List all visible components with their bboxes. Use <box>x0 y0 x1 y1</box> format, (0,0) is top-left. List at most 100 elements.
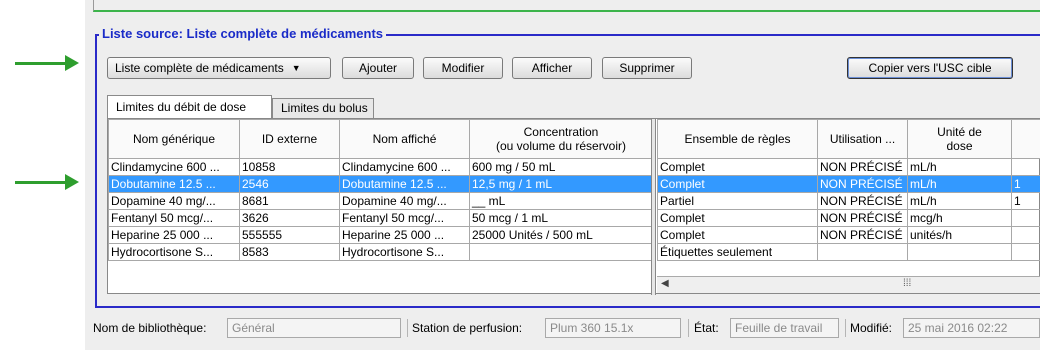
col-dose-unit-sub: dose <box>946 139 973 153</box>
cell: Fentanyl 50 mcg/... <box>339 209 470 227</box>
cell: NON PRÉCISÉ <box>817 175 908 193</box>
cell: Étiquettes seulement <box>657 243 818 261</box>
cell: NON PRÉCISÉ <box>817 192 908 210</box>
status-bar: Nom de bibliothèque: Général Station de … <box>85 316 1040 340</box>
cell <box>1011 158 1040 176</box>
cell: Complet <box>657 209 818 227</box>
list-select[interactable]: Liste complète de médicaments ▼ <box>107 57 331 79</box>
cell: 8583 <box>239 243 340 261</box>
cell: Fentanyl 50 mcg/... <box>108 209 240 227</box>
cell <box>469 243 653 261</box>
cell: 25000 Unités / 500 mL <box>469 226 653 244</box>
station-label: Station de perfusion: <box>412 321 523 335</box>
add-button[interactable]: Ajouter <box>342 57 414 79</box>
cell: Partiel <box>657 192 818 210</box>
table-row[interactable]: Dopamine 40 mg/... 8681 Dopamine 40 mg/...… <box>108 192 653 210</box>
col-rule-set[interactable]: Ensemble de règles <box>657 119 818 159</box>
cell: NON PRÉCISÉ <box>817 158 908 176</box>
scroll-grip-icon[interactable]: ⁞⁞⁞ <box>903 278 911 289</box>
cell: Dopamine 40 mg/... <box>339 192 470 210</box>
table-row[interactable]: Clindamycine 600 ... 10858 Clindamycine 60… <box>108 158 653 176</box>
cell: Hydrocortisone S... <box>339 243 470 261</box>
col-display-name[interactable]: Nom affiché <box>339 119 470 159</box>
table-row-selected[interactable]: Complet NON PRÉCISÉ mL/h 1 <box>657 175 1040 193</box>
table-row[interactable]: Hydrocortisone S... 8583 Hydrocortisone S.… <box>108 243 653 261</box>
cell: __ mL <box>469 192 653 210</box>
cell: unités/h <box>907 226 1012 244</box>
station-field: Plum 360 15.1x <box>545 318 681 338</box>
library-label: Nom de bibliothèque: <box>93 321 207 335</box>
chevron-down-icon: ▼ <box>291 63 301 73</box>
cell: Dobutamine 12.5 ... <box>108 175 240 193</box>
delete-button[interactable]: Supprimer <box>602 57 692 79</box>
col-concentration[interactable]: Concentration (ou volume du réservoir) <box>469 119 653 159</box>
table-row[interactable]: Partiel NON PRÉCISÉ mL/h 1 <box>657 192 1040 210</box>
cell: Heparine 25 000 ... <box>339 226 470 244</box>
state-field: Feuille de travail <box>730 318 839 338</box>
cell: 50 mcg / 1 mL <box>469 209 653 227</box>
cell: NON PRÉCISÉ <box>817 226 908 244</box>
separator <box>688 319 689 337</box>
limits-table-area: Nom générique ID externe Nom affiché Con… <box>107 118 1040 295</box>
cell: Complet <box>657 175 818 193</box>
cell: 8681 <box>239 192 340 210</box>
cell: mL/h <box>907 158 1012 176</box>
cell: mL/h <box>907 175 1012 193</box>
pointer-arrow-toolbar-icon <box>15 55 79 71</box>
show-button[interactable]: Afficher <box>512 57 592 79</box>
col-generic-name[interactable]: Nom générique <box>108 119 240 159</box>
top-panel-edge <box>93 0 1040 12</box>
cell: Hydrocortisone S... <box>108 243 240 261</box>
cell: 600 mg / 50 mL <box>469 158 653 176</box>
col-dose-unit-label: Unité de <box>937 125 982 139</box>
cell: mL/h <box>907 192 1012 210</box>
col-external-id[interactable]: ID externe <box>239 119 340 159</box>
cell <box>907 243 1012 261</box>
horizontal-scrollbar[interactable]: ◀ ⁞⁞⁞ <box>657 276 1040 293</box>
cell: Dopamine 40 mg/... <box>108 192 240 210</box>
copy-to-target-button[interactable]: Copier vers l'USC cible <box>847 57 1013 79</box>
col-concentration-label: Concentration <box>523 125 599 139</box>
table-row[interactable]: Heparine 25 000 ... 555555 Heparine 25 000… <box>108 226 653 244</box>
cell: Clindamycine 600 ... <box>339 158 470 176</box>
table-row[interactable]: Fentanyl 50 mcg/... 3626 Fentanyl 50 mcg/.… <box>108 209 653 227</box>
separator <box>407 319 408 337</box>
table-row[interactable]: Complet NON PRÉCISÉ mcg/h <box>657 209 1040 227</box>
state-label: État: <box>694 321 719 335</box>
table-splitter[interactable] <box>651 119 656 295</box>
col-truncated[interactable] <box>1011 119 1040 159</box>
table-row[interactable]: Étiquettes seulement <box>657 243 1040 261</box>
cell: Heparine 25 000 ... <box>108 226 240 244</box>
cell: 2546 <box>239 175 340 193</box>
modified-field: 25 mai 2016 02:22 <box>903 318 1040 338</box>
tab-bolus-limits[interactable]: Limites du bolus <box>272 98 374 118</box>
tab-dose-rate-limits[interactable]: Limites du débit de dose <box>107 95 272 119</box>
col-concentration-sub: (ou volume du réservoir) <box>495 139 627 153</box>
cell <box>1011 226 1040 244</box>
modify-button[interactable]: Modifier <box>423 57 503 79</box>
left-header-row: Nom générique ID externe Nom affiché Con… <box>108 119 653 159</box>
col-usage[interactable]: Utilisation ... <box>817 119 908 159</box>
cell <box>817 243 908 261</box>
table-row[interactable]: Complet NON PRÉCISÉ mL/h <box>657 158 1040 176</box>
cell: NON PRÉCISÉ <box>817 209 908 227</box>
cell <box>1011 209 1040 227</box>
cell <box>1011 243 1040 261</box>
library-field: Général <box>227 318 401 338</box>
group-title: Liste source: Liste complète de médicame… <box>99 26 387 41</box>
app-window: Liste source: Liste complète de médicame… <box>85 0 1040 350</box>
cell: Dobutamine 12.5 ... <box>339 175 470 193</box>
table-row[interactable]: Complet NON PRÉCISÉ unités/h <box>657 226 1040 244</box>
col-dose-unit[interactable]: Unité de dose <box>907 119 1012 159</box>
cell: Complet <box>657 226 818 244</box>
cell: 1 <box>1011 192 1040 210</box>
separator <box>845 319 846 337</box>
cell: 12,5 mg / 1 mL <box>469 175 653 193</box>
cell: 1 <box>1011 175 1040 193</box>
arrow-left-icon[interactable]: ◀ <box>661 278 669 289</box>
table-row-selected[interactable]: Dobutamine 12.5 ... 2546 Dobutamine 12.5 .… <box>108 175 653 193</box>
pointer-arrow-row-icon <box>15 174 79 190</box>
cell: mcg/h <box>907 209 1012 227</box>
list-select-value: Liste complète de médicaments <box>115 61 284 75</box>
cell: 10858 <box>239 158 340 176</box>
